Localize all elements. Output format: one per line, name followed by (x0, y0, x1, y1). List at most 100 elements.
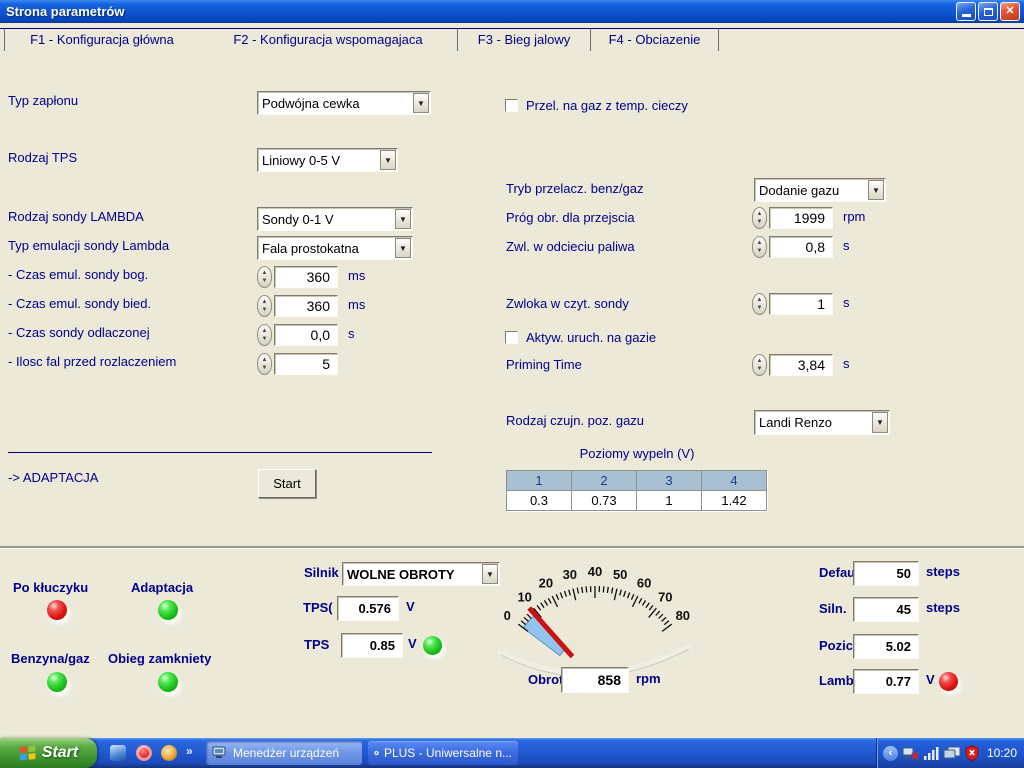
spin-down-icon[interactable]: ▼ (262, 307, 268, 313)
taskbar-item-plus-app[interactable]: PLUS - Uniwersalne n... (368, 741, 518, 765)
spin-up-icon[interactable]: ▲ (757, 240, 763, 246)
rich-probe-time-spinner[interactable]: ▲▼ (257, 266, 272, 288)
tab-f1-konfiguracja-glowna[interactable]: F1 - Konfiguracja główna (4, 29, 200, 51)
minimize-button[interactable] (956, 2, 976, 21)
spin-down-icon[interactable]: ▼ (262, 365, 268, 371)
tab-f4-obciazenie[interactable]: F4 - Obciazenie (591, 29, 719, 51)
waves-before-disconnect-field[interactable]: 5 (274, 353, 338, 375)
taskbar: Start » Menedżer urządzeń PLUS - Uniwers… (0, 738, 1024, 768)
gas-start-label: Aktyw. uruch. na gazie (526, 330, 656, 345)
dual-display-icon[interactable] (943, 746, 961, 761)
gauge-tick-label: 80 (676, 608, 690, 623)
status-panel-divider (0, 546, 1024, 549)
lean-probe-time-spinner[interactable]: ▲▼ (257, 295, 272, 317)
lean-probe-time-field[interactable]: 360 (274, 295, 338, 317)
gauge-tick-label: 70 (658, 589, 672, 604)
waves-before-disconnect-label: - Ilosc fal przed rozlaczeniem (8, 354, 176, 369)
emulation-type-dropdown[interactable]: Fala prostokatna ▼ (257, 236, 413, 260)
spin-up-icon[interactable]: ▲ (262, 299, 268, 305)
probe-read-delay-field[interactable]: 1 (769, 293, 833, 315)
position-field: 5.02 (853, 634, 919, 659)
probe-read-delay-spinner[interactable]: ▲▼ (752, 293, 767, 315)
security-alert-icon[interactable] (965, 745, 979, 761)
network-disabled-icon[interactable] (902, 746, 920, 761)
emulation-type-label: Typ emulacji sondy Lambda (8, 238, 169, 253)
spin-up-icon[interactable]: ▲ (757, 211, 763, 217)
rich-probe-time-field[interactable]: 360 (274, 266, 338, 288)
spin-up-icon[interactable]: ▲ (262, 328, 268, 334)
ignition-type-dropdown[interactable]: Podwójna cewka ▼ (257, 91, 431, 115)
gauge-tick-label: 10 (517, 589, 531, 604)
rpm-value-field: 858 (561, 667, 629, 693)
probe-disconnect-time-field[interactable]: 0,0 (274, 324, 338, 346)
table-header-cell: 2 (572, 471, 637, 491)
table-header-cell: 4 (702, 471, 767, 491)
title-bar: Strona parametrów (0, 0, 1024, 23)
gas-switch-temp-checkbox[interactable] (505, 99, 518, 112)
close-button[interactable]: ✕ (1000, 2, 1020, 21)
priming-time-field[interactable]: 3,84 (769, 354, 833, 376)
fuel-cutoff-delay-label: Zwl. w odcieciu paliwa (506, 239, 635, 254)
start-button[interactable]: Start (0, 738, 97, 768)
device-manager-icon (212, 746, 228, 760)
quicklaunch-tool-icon[interactable] (161, 745, 177, 761)
table-value-cell[interactable]: 1 (637, 491, 702, 511)
spin-down-icon[interactable]: ▼ (757, 305, 763, 311)
priming-time-label: Priming Time (506, 357, 582, 372)
quicklaunch-browser-icon[interactable] (110, 745, 126, 761)
probe-disconnect-time-spinner[interactable]: ▲▼ (257, 324, 272, 346)
engine-steps-label: Siln. (819, 601, 846, 616)
fuel-cutoff-delay-spinner[interactable]: ▲▼ (752, 236, 767, 258)
rpm-threshold-spinner[interactable]: ▲▼ (752, 207, 767, 229)
chevron-down-icon[interactable]: ▼ (395, 238, 411, 258)
quicklaunch-overflow-icon[interactable]: » (186, 744, 193, 758)
adaptation-start-button[interactable]: Start (258, 469, 316, 498)
spin-up-icon[interactable]: ▲ (262, 270, 268, 276)
spin-up-icon[interactable]: ▲ (757, 297, 763, 303)
lambda-status-led (939, 672, 958, 691)
closed-loop-led (158, 672, 178, 692)
priming-time-spinner[interactable]: ▲▼ (752, 354, 767, 376)
rpm-threshold-field[interactable]: 1999 (769, 207, 833, 229)
tps-type-dropdown[interactable]: Liniowy 0-5 V ▼ (257, 148, 398, 172)
switch-mode-dropdown[interactable]: Dodanie gazu ▼ (754, 178, 886, 202)
table-value-cell[interactable]: 0.3 (507, 491, 572, 511)
spin-up-icon[interactable]: ▲ (757, 358, 763, 364)
taskbar-item-device-manager[interactable]: Menedżer urządzeń (206, 741, 362, 765)
tray-collapse-icon[interactable]: ‹ (883, 746, 898, 761)
probe-read-delay-unit: s (843, 295, 850, 310)
waves-before-disconnect-spinner[interactable]: ▲▼ (257, 353, 272, 375)
tps2-unit: V (408, 636, 417, 651)
gauge-tick-label: 20 (539, 576, 553, 591)
spin-down-icon[interactable]: ▼ (757, 248, 763, 254)
probe-disconnect-time-label: - Czas sondy odlaczonej (8, 325, 150, 340)
table-value-cell[interactable]: 0.73 (572, 491, 637, 511)
chevron-down-icon[interactable]: ▼ (413, 93, 429, 113)
table-value-cell[interactable]: 1.42 (702, 491, 767, 511)
fuel-cutoff-delay-field[interactable]: 0,8 (769, 236, 833, 258)
opera-icon[interactable] (136, 745, 152, 761)
spin-up-icon[interactable]: ▲ (262, 357, 268, 363)
tab-f3-bieg-jalowy[interactable]: F3 - Bieg jalowy (458, 29, 591, 51)
rpm-threshold-label: Próg obr. dla przejscia (506, 210, 635, 225)
chevron-down-icon[interactable]: ▼ (380, 150, 396, 170)
restore-button[interactable] (978, 2, 998, 21)
gauge-value-fill (523, 615, 566, 656)
spin-down-icon[interactable]: ▼ (262, 336, 268, 342)
lambda-type-dropdown[interactable]: Sondy 0-1 V ▼ (257, 207, 413, 231)
lambda-type-label: Rodzaj sondy LAMBDA (8, 209, 144, 224)
spin-down-icon[interactable]: ▼ (757, 219, 763, 225)
rich-probe-time-unit: ms (348, 268, 365, 283)
chevron-down-icon[interactable]: ▼ (395, 209, 411, 229)
gas-level-sensor-dropdown[interactable]: Landi Renzo ▼ (754, 410, 890, 435)
signal-strength-icon[interactable] (924, 746, 939, 760)
spin-down-icon[interactable]: ▼ (262, 278, 268, 284)
tab-f2-konfiguracja-wspomagajaca[interactable]: F2 - Konfiguracja wspomagajaca (199, 29, 458, 51)
table-header-cell: 1 (507, 471, 572, 491)
spin-down-icon[interactable]: ▼ (757, 366, 763, 372)
chevron-down-icon[interactable]: ▼ (868, 180, 884, 200)
ignition-type-label: Typ zapłonu (8, 93, 78, 108)
engine-state-dropdown[interactable]: WOLNE OBROTY ▼ (342, 562, 500, 586)
chevron-down-icon[interactable]: ▼ (872, 412, 888, 433)
gas-start-checkbox[interactable] (505, 331, 518, 344)
